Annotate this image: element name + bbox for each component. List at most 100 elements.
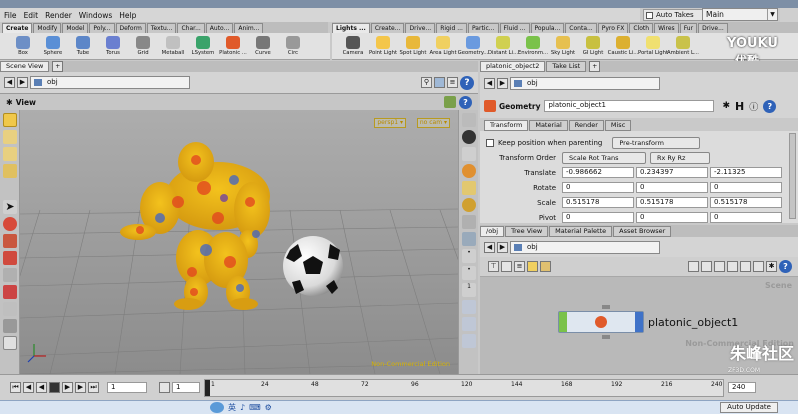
sound-icon[interactable]: ♪ (240, 403, 245, 412)
arrange-icon-1[interactable] (688, 261, 699, 272)
bone-tool-icon[interactable] (3, 251, 17, 265)
tab-take-list[interactable]: Take List (546, 61, 587, 72)
add-pane-tab-icon[interactable]: + (589, 61, 601, 72)
shelf-tab-light-6[interactable]: Popula... (530, 22, 565, 33)
tab-platonic-object2[interactable]: platonic_object2 (480, 61, 546, 72)
ime-lang-icon[interactable]: 英 (228, 402, 236, 413)
network-path-field[interactable]: obj (510, 240, 660, 254)
rotate-y-field[interactable]: 0 (636, 182, 708, 193)
palette-icon[interactable] (540, 261, 551, 272)
pin-icon[interactable]: ⚲ (421, 77, 432, 88)
pre-transform-button[interactable]: Pre-transform (612, 136, 701, 149)
keep-position-checkbox[interactable] (486, 138, 494, 147)
tool-environm[interactable]: Environm... (518, 36, 548, 56)
pivot-x-field[interactable]: 0 (562, 212, 634, 223)
params-help-icon[interactable]: ? (763, 99, 777, 113)
shelf-tab-6[interactable]: Char... (177, 22, 205, 33)
shelf-tab-light-1[interactable]: Create... (370, 22, 405, 33)
stop-icon[interactable] (49, 382, 60, 393)
node-name-field[interactable]: platonic_object1 (544, 100, 715, 112)
params-scrollbar[interactable] (789, 133, 796, 219)
snap-toggle-icon[interactable]: • (462, 249, 476, 263)
shelf-tab-3[interactable]: Poly... (89, 22, 115, 33)
tool-tube[interactable]: Tube (68, 36, 98, 56)
auto-takes-checkbox[interactable] (646, 11, 653, 19)
view-tool-icon[interactable] (3, 319, 17, 333)
link-icon[interactable] (462, 317, 476, 331)
scale-tool-icon[interactable] (3, 164, 17, 178)
tool-portal-light[interactable]: Portal Light (638, 36, 668, 56)
move-tool-icon[interactable] (3, 130, 17, 144)
tool-box[interactable]: Box (8, 36, 38, 56)
window-controls[interactable] (780, 8, 798, 22)
wire-icon[interactable] (462, 198, 476, 212)
tool-gi-light[interactable]: GI Light (578, 36, 608, 56)
tab-misc[interactable]: Misc (604, 119, 632, 131)
shelf-tab-light-8[interactable]: Pyro FX (597, 22, 629, 33)
back-arrow-icon[interactable]: ◀ (4, 77, 15, 88)
tool-circ[interactable]: Circ (278, 36, 308, 56)
menu-render[interactable]: Render (45, 11, 72, 20)
tool-grid[interactable]: Grid (128, 36, 158, 56)
platonic-node[interactable] (558, 311, 644, 333)
cube-icon[interactable] (434, 77, 445, 88)
shelf-tab-light-4[interactable]: Partic... (467, 22, 499, 33)
frame-field[interactable]: 1 (107, 382, 147, 393)
tab-scene-view[interactable]: Scene View (0, 61, 50, 72)
auto-update-button[interactable]: Auto Update (720, 402, 778, 413)
eye-icon[interactable] (462, 113, 476, 127)
scene-path-field[interactable]: obj (30, 76, 190, 89)
arrange-icon-3[interactable] (714, 261, 725, 272)
network-forward-icon[interactable]: ▶ (497, 241, 508, 253)
tool-icon[interactable]: ⊤ (488, 261, 499, 272)
shelf-tab-light-2[interactable]: Drive... (405, 22, 436, 33)
viewport-help-icon[interactable]: ? (459, 95, 472, 109)
paint-icon[interactable] (3, 285, 17, 299)
tab-transform[interactable]: Transform (484, 119, 529, 131)
add-tab-icon[interactable]: + (52, 61, 64, 72)
tab-render[interactable]: Render (568, 119, 604, 131)
info-icon[interactable]: ⓘ (749, 100, 758, 113)
display-flag[interactable] (559, 312, 567, 332)
display-options-icon[interactable] (444, 96, 456, 108)
light-icon[interactable] (462, 147, 476, 161)
tool-ambient-l[interactable]: Ambient L... (667, 36, 699, 56)
grid-toggle-icon[interactable]: • (462, 266, 476, 280)
node-output[interactable] (602, 335, 610, 339)
handle-tool-icon[interactable] (3, 234, 17, 248)
menu-file[interactable]: File (4, 11, 17, 20)
node-input[interactable] (602, 305, 610, 309)
shelf-tab-light-0[interactable]: Lights ... (332, 22, 370, 33)
shelf-tab-light-10[interactable]: Wires (654, 22, 679, 33)
play-reverse-icon[interactable]: ◀ (36, 382, 47, 393)
tool-sky-light[interactable]: Sky Light (548, 36, 578, 56)
pose-tool-icon[interactable] (3, 217, 17, 231)
arrange-icon-6[interactable] (753, 261, 764, 272)
menu-edit[interactable]: Edit (24, 11, 39, 20)
jump-start-icon[interactable]: ⏮ (10, 382, 21, 393)
network-canvas[interactable]: Scene platonic_object1 Non-Commercial Ed… (480, 277, 798, 374)
translate-x-field[interactable]: -0.986662 (562, 167, 634, 178)
pivot-y-field[interactable]: 0 (636, 212, 708, 223)
tool-camera[interactable]: Camera (338, 36, 368, 56)
tab-asset-browser[interactable]: Asset Browser (613, 225, 672, 237)
camera-icon[interactable] (462, 130, 476, 144)
magnet-icon[interactable] (3, 268, 17, 282)
scale-z-field[interactable]: 0.515178 (710, 197, 782, 208)
list-icon[interactable]: ≡ (514, 261, 525, 272)
curve-icon[interactable] (462, 334, 476, 348)
shelf-tab-4[interactable]: Deform (115, 22, 146, 33)
arrange-icon-2[interactable] (701, 261, 712, 272)
gear-icon[interactable]: ✱ (6, 98, 13, 107)
transform-order-select[interactable]: Scale Rot Trans (562, 151, 646, 164)
params-path-field[interactable]: obj (510, 76, 660, 90)
play-icon[interactable]: ▶ (62, 382, 73, 393)
range-icon[interactable] (159, 382, 170, 393)
tool-lsystem[interactable]: LSystem (188, 36, 218, 56)
arrange-icon-5[interactable] (740, 261, 751, 272)
translate-y-field[interactable]: 0.234397 (636, 167, 708, 178)
snap-icon[interactable] (3, 302, 17, 316)
keyboard-icon[interactable]: ⌨ (249, 403, 261, 412)
render-region-icon[interactable] (3, 336, 17, 350)
tool-geometry[interactable]: Geometry... (458, 36, 488, 56)
